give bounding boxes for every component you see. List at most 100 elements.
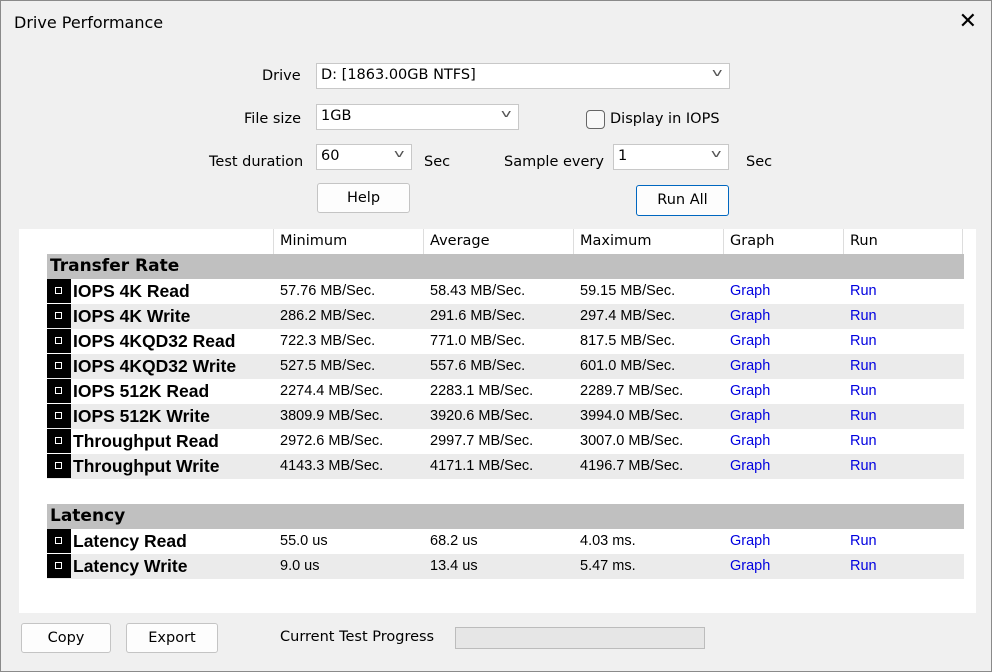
average-value: 58.43 MB/Sec. [430,283,526,299]
chevron-down-icon: v [711,147,722,160]
test-name: Latency Write [73,556,188,576]
file-size-select[interactable]: 1GB v [316,104,519,130]
drive-performance-window: Drive Performance ✕ Drive D: [1863.00GB … [0,0,992,672]
run-link[interactable]: Run [850,304,877,329]
average-value: 291.6 MB/Sec. [430,308,526,324]
file-size-value: 1GB [321,108,352,124]
section-header: Latency [47,504,964,529]
minimum-value: 9.0 us [280,558,320,574]
header-minimum: Minimum [273,229,423,254]
average-value: 771.0 MB/Sec. [430,333,526,349]
run-link[interactable]: Run [850,404,877,429]
test-icon [47,529,71,553]
sample-every-value: 1 [618,148,628,164]
maximum-value: 3007.0 MB/Sec. [580,433,684,449]
chevron-down-icon: v [712,66,723,79]
minimum-value: 57.76 MB/Sec. [280,283,376,299]
table-row: Throughput Write 4143.3 MB/Sec. 4171.1 M… [47,454,964,479]
test-icon [47,429,71,453]
maximum-value: 2289.7 MB/Sec. [580,383,684,399]
drive-select[interactable]: D: [1863.00GB NTFS] v [316,63,730,89]
table-row: IOPS 4K Write 286.2 MB/Sec. 291.6 MB/Sec… [47,304,964,329]
graph-link[interactable]: Graph [730,354,770,379]
test-duration-value: 60 [321,148,340,164]
graph-link[interactable]: Graph [730,529,770,554]
graph-link[interactable]: Graph [730,304,770,329]
minimum-value: 4143.3 MB/Sec. [280,458,384,474]
graph-link[interactable]: Graph [730,554,770,579]
test-icon [47,354,71,378]
minimum-value: 2972.6 MB/Sec. [280,433,384,449]
close-icon[interactable]: ✕ [959,9,977,34]
maximum-value: 4196.7 MB/Sec. [580,458,684,474]
maximum-value: 59.15 MB/Sec. [580,283,676,299]
run-link[interactable]: Run [850,529,877,554]
results-table: Minimum Average Maximum Graph Run Transf… [19,229,976,613]
test-duration-select[interactable]: 60 v [316,144,412,170]
minimum-value: 2274.4 MB/Sec. [280,383,384,399]
average-value: 3920.6 MB/Sec. [430,408,534,424]
chevron-down-icon: v [501,107,512,120]
window-title: Drive Performance [14,13,164,32]
test-icon [47,554,71,578]
average-value: 2997.7 MB/Sec. [430,433,534,449]
table-row: Throughput Read 2972.6 MB/Sec. 2997.7 MB… [47,429,964,454]
sample-every-unit: Sec [746,154,773,170]
run-link[interactable]: Run [850,354,877,379]
average-value: 4171.1 MB/Sec. [430,458,534,474]
graph-link[interactable]: Graph [730,454,770,479]
run-link[interactable]: Run [850,329,877,354]
graph-link[interactable]: Graph [730,429,770,454]
minimum-value: 3809.9 MB/Sec. [280,408,384,424]
chevron-down-icon: v [394,147,405,160]
copy-button[interactable]: Copy [21,623,111,653]
display-iops-checkbox[interactable] [586,110,605,129]
run-link[interactable]: Run [850,279,877,304]
sample-every-label: Sample every [504,154,604,170]
run-link[interactable]: Run [850,454,877,479]
minimum-value: 527.5 MB/Sec. [280,358,376,374]
run-link[interactable]: Run [850,379,877,404]
section-header: Transfer Rate [47,254,964,279]
test-name: IOPS 4K Read [73,281,190,301]
drive-value: D: [1863.00GB NTFS] [321,67,476,83]
test-name: Latency Read [73,531,187,551]
table-row: IOPS 512K Write 3809.9 MB/Sec. 3920.6 MB… [47,404,964,429]
test-duration-label: Test duration [209,154,304,170]
table-row: IOPS 512K Read 2274.4 MB/Sec. 2283.1 MB/… [47,379,964,404]
maximum-value: 3994.0 MB/Sec. [580,408,684,424]
table-row: IOPS 4KQD32 Read 722.3 MB/Sec. 771.0 MB/… [47,329,964,354]
display-iops-label[interactable]: Display in IOPS [610,111,720,127]
graph-link[interactable]: Graph [730,329,770,354]
run-link[interactable]: Run [850,429,877,454]
maximum-value: 817.5 MB/Sec. [580,333,676,349]
test-name: IOPS 512K Write [73,406,210,426]
file-size-label: File size [244,111,301,127]
test-icon [47,404,71,428]
maximum-value: 4.03 ms. [580,533,636,549]
test-name: Throughput Read [73,431,219,451]
test-name: IOPS 4KQD32 Write [73,356,237,376]
run-link[interactable]: Run [850,554,877,579]
table-row: IOPS 4K Read 57.76 MB/Sec. 58.43 MB/Sec.… [47,279,964,304]
header-maximum: Maximum [573,229,723,254]
table-row: Latency Write 9.0 us 13.4 us 5.47 ms. Gr… [47,554,964,579]
maximum-value: 5.47 ms. [580,558,636,574]
test-icon [47,379,71,403]
test-name: IOPS 4KQD32 Read [73,331,236,351]
export-button[interactable]: Export [126,623,218,653]
header-average: Average [423,229,573,254]
sample-every-select[interactable]: 1v [613,144,729,170]
graph-link[interactable]: Graph [730,379,770,404]
help-button[interactable]: Help [317,183,410,213]
test-name: IOPS 512K Read [73,381,210,401]
test-icon [47,304,71,328]
graph-link[interactable]: Graph [730,404,770,429]
graph-link[interactable]: Graph [730,279,770,304]
run-all-button[interactable]: Run All [636,185,729,216]
drive-label: Drive [262,68,301,84]
test-progress-bar [455,627,705,649]
average-value: 13.4 us [430,558,478,574]
average-value: 68.2 us [430,533,478,549]
test-duration-unit: Sec [424,154,451,170]
